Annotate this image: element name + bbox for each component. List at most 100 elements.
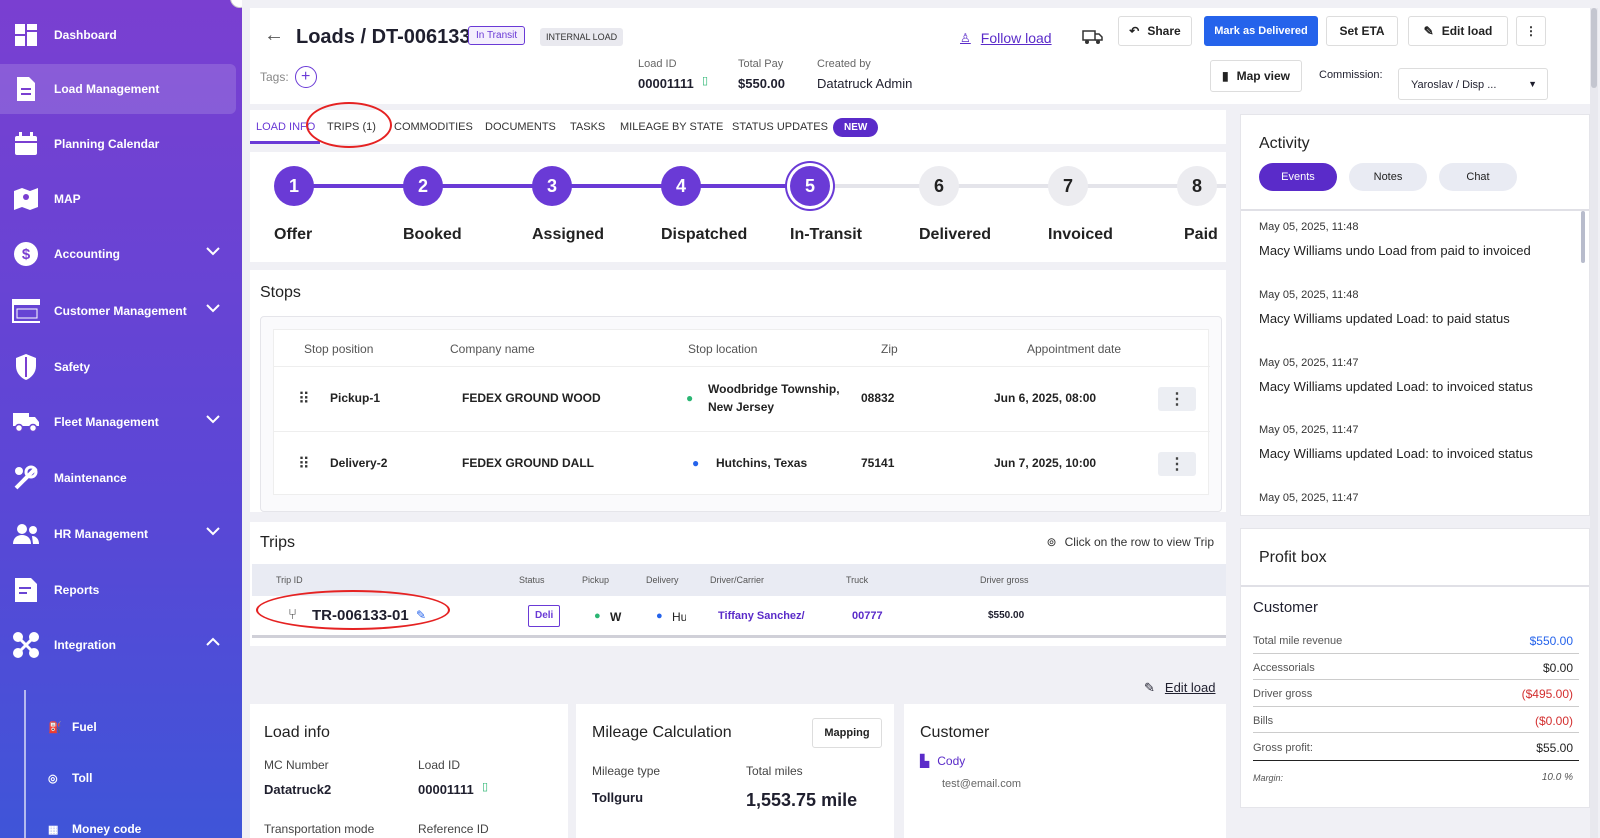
step-invoiced-label: Invoiced: [1048, 226, 1113, 243]
step-delivered-circle[interactable]: 6: [919, 166, 959, 206]
tab-commodities[interactable]: COMMODITIES: [394, 121, 473, 133]
sidebar-item-safety[interactable]: Safety: [0, 342, 236, 392]
tab-events[interactable]: Events: [1259, 163, 1337, 191]
tab-chat[interactable]: Chat: [1439, 163, 1517, 191]
mark-delivered-label: Mark as Delivered: [1214, 25, 1308, 37]
step-offer-circle[interactable]: 1: [274, 166, 314, 206]
tab-documents[interactable]: DOCUMENTS: [485, 121, 556, 133]
back-arrow-icon[interactable]: ←: [264, 24, 284, 47]
customer-name: Cody: [937, 754, 966, 768]
sidebar-item-map[interactable]: MAP: [0, 174, 236, 224]
profit-label: Margin:: [1253, 773, 1284, 783]
profit-title: Profit box: [1259, 549, 1327, 566]
sidebar-item-planning-calendar[interactable]: Planning Calendar: [0, 119, 236, 169]
row-menu-button[interactable]: ⋮: [1158, 387, 1196, 411]
column-header: Driver/Carrier: [710, 575, 764, 585]
event-time: May 05, 2025, 11:47: [1259, 424, 1359, 436]
copy-icon[interactable]: ▯: [702, 74, 708, 87]
sidebar-item-maintenance[interactable]: Maintenance: [0, 453, 236, 503]
integration-icon: [12, 631, 40, 659]
chevron-down-icon[interactable]: [206, 413, 220, 427]
map-view-button[interactable]: ▮ Map view: [1210, 60, 1302, 92]
sidebar-item-dashboard[interactable]: Dashboard: [0, 10, 236, 60]
sidebar-item-integration[interactable]: Integration: [0, 620, 236, 670]
driver-link[interactable]: Tiffany Sanchez/: [718, 610, 805, 622]
report-icon: [12, 576, 40, 604]
truck-icon[interactable]: [1082, 28, 1104, 51]
drag-handle-icon[interactable]: ⠿: [298, 389, 310, 409]
step-assigned-label: Assigned: [532, 226, 605, 243]
mapping-button[interactable]: Mapping: [812, 718, 882, 748]
tab-mileage-by-state[interactable]: MILEAGE BY STATE: [620, 121, 723, 133]
edit-load-button[interactable]: ✎ Edit load: [1408, 16, 1508, 46]
annotation-circle: [306, 102, 392, 148]
tab-status-updates[interactable]: STATUS UPDATES: [732, 121, 828, 133]
chevron-up-icon[interactable]: [206, 636, 220, 650]
page-scrollbar-thumb[interactable]: [1591, 8, 1597, 88]
drag-handle-icon[interactable]: ⠿: [298, 454, 310, 474]
caret-down-icon: ▼: [1528, 79, 1537, 89]
profit-value: $55.00: [1536, 741, 1573, 755]
share-label: Share: [1147, 24, 1181, 38]
share-button[interactable]: ↶ Share: [1118, 16, 1192, 46]
step-in-transit-circle[interactable]: 5: [790, 166, 830, 206]
follow-load-link[interactable]: ♙ Follow load: [960, 30, 1052, 46]
main-area: ← Loads / DT-006133 In Transit INTERNAL …: [242, 0, 1600, 838]
step-paid-circle[interactable]: 8: [1177, 166, 1217, 206]
sidebar-item-reports[interactable]: Reports: [0, 565, 236, 615]
set-eta-label: Set ETA: [1339, 24, 1385, 38]
edit-load-label: Edit load: [1441, 24, 1493, 38]
step-dispatched-circle[interactable]: 4: [661, 166, 701, 206]
commission-label: Commission:: [1319, 69, 1383, 81]
event-text: Macy Williams updated Load: to invoiced …: [1259, 379, 1533, 394]
sidebar-item-hr-management[interactable]: HR Management: [0, 509, 236, 559]
sidebar-item-load-management[interactable]: Load Management: [0, 64, 236, 114]
page-title: Loads / DT-006133: [296, 26, 471, 48]
step-booked-circle[interactable]: 2: [403, 166, 443, 206]
step-assigned-circle[interactable]: 3: [532, 166, 572, 206]
sidebar-item-accounting[interactable]: $ Accounting: [0, 229, 236, 279]
stops-card: Stops Stop position Company name Stop lo…: [250, 270, 1226, 512]
sidebar-subitem-fuel[interactable]: ⛽ Fuel: [48, 720, 97, 734]
edit-load-link[interactable]: ✎ Edit load: [1144, 680, 1216, 696]
step-invoiced-circle[interactable]: 7: [1048, 166, 1088, 206]
row-menu-button[interactable]: ⋮: [1158, 452, 1196, 476]
mapping-label: Mapping: [824, 727, 870, 739]
status-badge: In Transit: [468, 26, 526, 45]
mc-number-value: Datatruck2: [264, 782, 332, 797]
appointment-date: Jun 6, 2025, 08:00: [994, 391, 1097, 405]
table-row[interactable]: ⠿ Delivery-2 FEDEX GROUND DALL ● Hutchin…: [274, 432, 1210, 496]
add-tag-icon[interactable]: +: [294, 66, 317, 88]
sidebar-item-customer-management[interactable]: Customer Management: [0, 286, 236, 336]
load-id-label: Load ID: [418, 758, 461, 772]
column-header: Status: [519, 575, 545, 585]
commission-select[interactable]: Yaroslav / Disp ... ▼: [1398, 68, 1548, 100]
sidebar-subitem-money-code[interactable]: ▦ Money code: [48, 822, 141, 836]
edit-load-link-label: Edit load: [1164, 680, 1216, 695]
load-id-value: 00001111: [418, 782, 474, 797]
sidebar-subitem-toll[interactable]: ◎ Toll: [48, 771, 92, 785]
sidebar-item-fleet-management[interactable]: Fleet Management: [0, 397, 236, 447]
load-tabs: LOAD INFO TRIPS (1) COMMODITIES DOCUMENT…: [250, 110, 1226, 144]
tab-tasks[interactable]: TASKS: [570, 121, 605, 133]
column-header: Truck: [846, 575, 869, 585]
profit-row-line: [1253, 679, 1579, 680]
step-offer-label: Offer: [274, 226, 313, 243]
chevron-down-icon[interactable]: [206, 525, 220, 539]
tab-notes[interactable]: Notes: [1349, 163, 1427, 191]
mark-delivered-button[interactable]: Mark as Delivered: [1204, 16, 1318, 46]
chevron-down-icon[interactable]: [206, 245, 220, 259]
chevron-down-icon[interactable]: [206, 302, 220, 316]
set-eta-button[interactable]: Set ETA: [1326, 16, 1398, 46]
table-row[interactable]: ⠿ Pickup-1 FEDEX GROUND WOOD ● Woodbridg…: [274, 367, 1210, 431]
commission-value: Yaroslav / Disp ...: [1411, 79, 1497, 91]
profit-label: Driver gross: [1253, 688, 1313, 700]
sidebar-item-label: Maintenance: [54, 471, 127, 485]
customer-name-link[interactable]: ▙ Cody: [920, 754, 965, 768]
copy-icon[interactable]: ▯: [482, 780, 488, 793]
profit-value: ($0.00): [1534, 714, 1573, 728]
truck-link[interactable]: 00777: [852, 610, 883, 622]
page-scrollbar[interactable]: [1590, 8, 1598, 838]
scrollbar-thumb[interactable]: [1581, 211, 1585, 263]
more-options-button[interactable]: ⋮: [1516, 16, 1546, 46]
